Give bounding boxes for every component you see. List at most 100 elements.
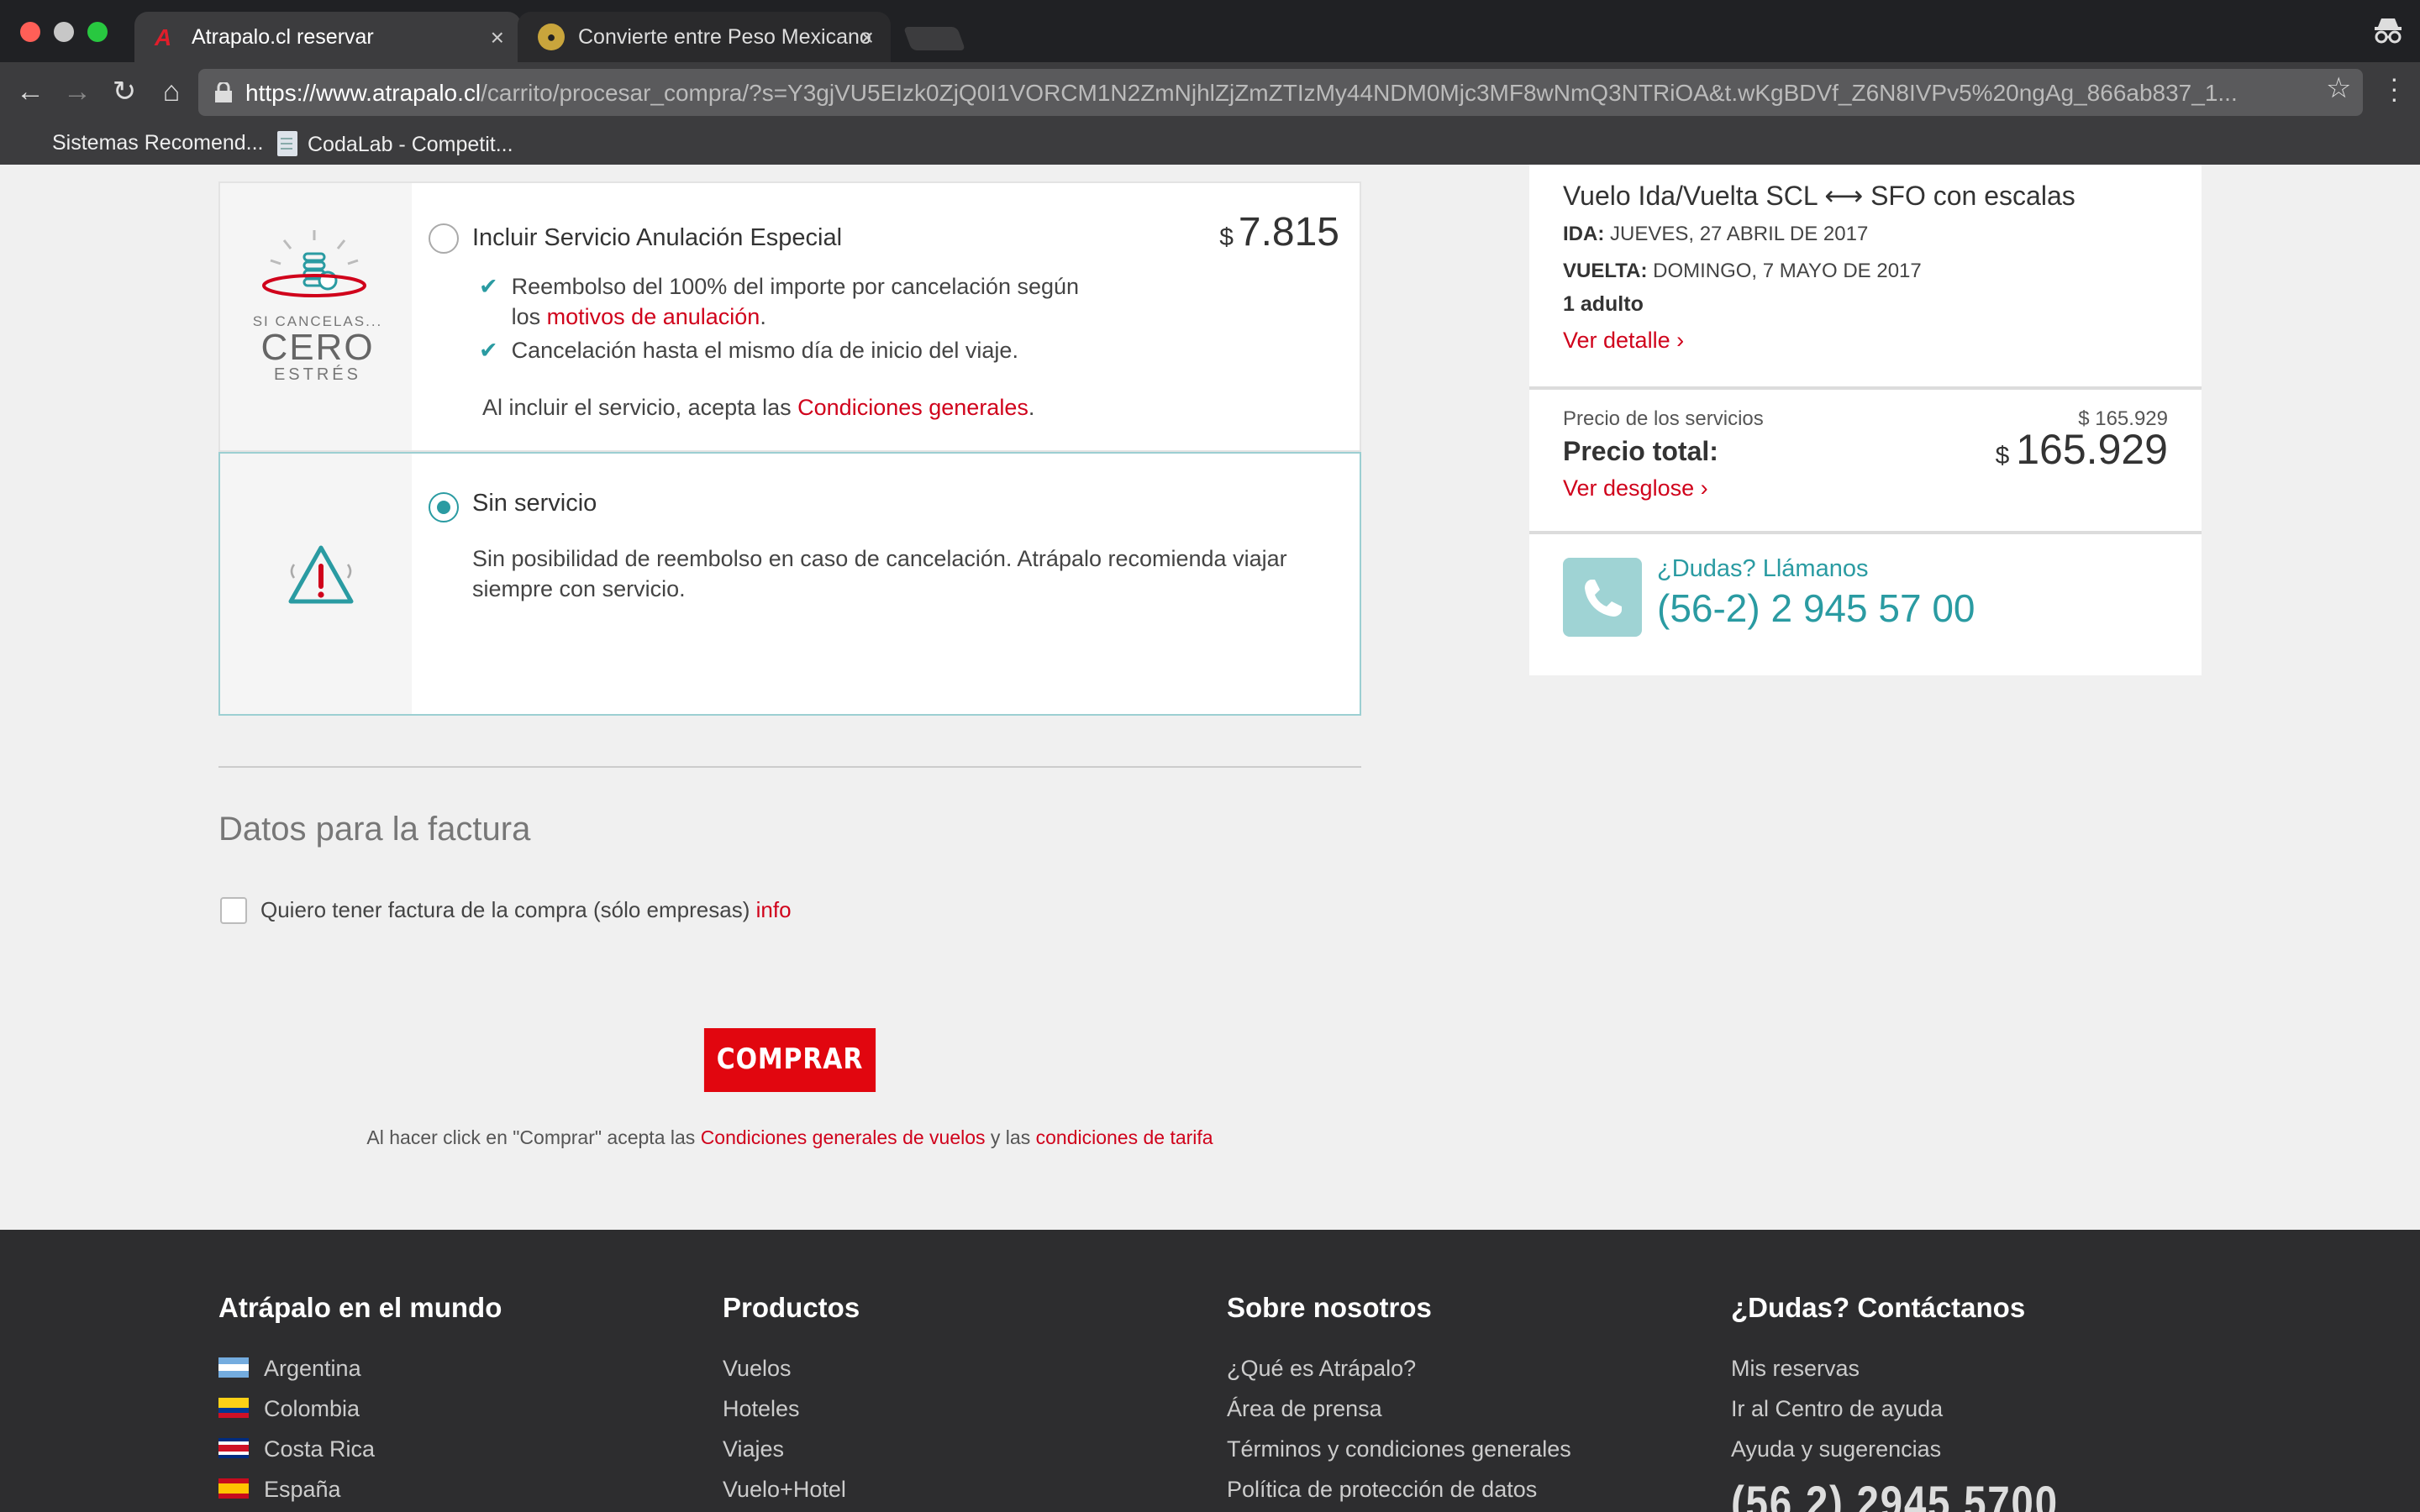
total-price-amount: $165.929 [1996, 427, 2168, 475]
footer-link-label: Argentina [264, 1355, 361, 1380]
view-detail-link[interactable]: Ver detalle › [1563, 328, 1684, 353]
benefit-same-day-text: Cancelación hasta el mismo día de inicio… [511, 338, 1018, 363]
footer-link[interactable]: ¿Qué es Atrápalo? [1227, 1347, 1571, 1388]
tab-currency-converter[interactable]: ● Convierte entre Peso Mexicano × [518, 12, 891, 62]
bookmark-codalab[interactable]: CodaLab - Competit... [277, 131, 513, 156]
footer-link[interactable]: Hoteles [723, 1388, 860, 1428]
footer-link[interactable]: Vuelo+Hotel [723, 1468, 860, 1509]
footer-link-costa-rica[interactable]: Costa Rica [218, 1428, 502, 1468]
accept-text: Al incluir el servicio, acepta las [482, 395, 798, 420]
no-service-line2: siempre con servicio. [472, 576, 686, 601]
currency-symbol: $ [1219, 223, 1234, 252]
total-price-label: Precio total: [1563, 438, 1718, 467]
cero-estres-logo: SI CANCELAS... CERO ESTRÉS [250, 227, 385, 412]
browser-menu-icon[interactable]: · · · [2390, 66, 2400, 113]
invoice-checkbox[interactable] [220, 897, 247, 924]
flight-conditions-link[interactable]: Condiciones generales de vuelos [701, 1129, 986, 1149]
checkout-page: SI CANCELAS... CERO ESTRÉS Incluir Servi… [0, 165, 2420, 1230]
option-title: Sin servicio [472, 491, 597, 517]
tab-title: Convierte entre Peso Mexicano [578, 25, 871, 49]
option-price: $7.815 [1219, 210, 1339, 257]
atrapalo-favicon-icon: A [155, 24, 172, 50]
buy-button[interactable]: COMPRAR [703, 1028, 876, 1092]
purchase-terms: Al hacer click en "Comprar" acepta las C… [218, 1129, 1361, 1149]
footer-link[interactable]: Área de prensa [1227, 1388, 1571, 1428]
footer-phone-number[interactable]: (56 2) 2945 5700 [1731, 1477, 2059, 1512]
spain-flag-icon [218, 1478, 249, 1499]
footer-heading: Atrápalo en el mundo [218, 1294, 502, 1324]
punct: . [1028, 395, 1035, 420]
lock-icon [215, 82, 232, 102]
footer-link-label: Colombia [264, 1395, 360, 1420]
fare-conditions-link[interactable]: condiciones de tarifa [1036, 1129, 1213, 1149]
ida-value: JUEVES, 27 ABRIL DE 2017 [1604, 222, 1869, 245]
footer-link-label: Costa Rica [264, 1436, 376, 1461]
browser-toolbar: ← → ↻ ⌂ https://www.atrapalo.cl/carrito/… [0, 62, 2420, 124]
costa-rica-flag-icon [218, 1438, 249, 1458]
option-cancellation-service[interactable]: SI CANCELAS... CERO ESTRÉS Incluir Servi… [218, 181, 1361, 452]
footer-link-colombia[interactable]: Colombia [218, 1388, 502, 1428]
help-phone-number[interactable]: (56-2) 2 945 57 00 [1657, 586, 1975, 632]
return-date: VUELTA: DOMINGO, 7 MAYO DE 2017 [1563, 259, 1922, 282]
footer-link-espana[interactable]: España [218, 1468, 502, 1509]
no-service-radio[interactable] [429, 492, 459, 522]
section-divider [218, 766, 1361, 768]
browser-tab-strip: A Atrapalo.cl reservar × ● Convierte ent… [0, 0, 2420, 62]
footer-link[interactable]: Viajes [723, 1428, 860, 1468]
help-heading: ¿Dudas? Llámanos [1657, 556, 1869, 583]
footer-link[interactable]: Ir al Centro de ayuda [1731, 1388, 2025, 1428]
tab-title: Atrapalo.cl reservar [192, 25, 374, 49]
home-icon[interactable]: ⌂ [155, 76, 188, 109]
invoice-info-link[interactable]: info [756, 897, 792, 922]
footer-link[interactable]: Mis reservas [1731, 1347, 2025, 1388]
forward-arrow-icon[interactable]: → [60, 76, 94, 109]
cancellation-reasons-link[interactable]: motivos de anulación [547, 304, 760, 329]
checkmark-icon: ✔ [479, 274, 498, 299]
maximize-window-button[interactable] [87, 22, 108, 42]
outbound-date: IDA: JUEVES, 27 ABRIL DE 2017 [1563, 222, 1868, 245]
option-no-service[interactable]: Sin servicio Sin posibilidad de reembols… [218, 452, 1361, 716]
tab-close-icon[interactable]: × [491, 24, 504, 50]
invoice-checkbox-label: Quiero tener factura de la compra (sólo … [260, 897, 792, 922]
back-arrow-icon[interactable]: ← [13, 76, 47, 109]
bookmarks-bar: Sistemas Recomend... CodaLab - Competit.… [0, 124, 2420, 165]
cancellation-service-radio[interactable] [429, 223, 459, 254]
footer-link-argentina[interactable]: Argentina [218, 1347, 502, 1388]
currency-symbol: $ [1995, 442, 2010, 470]
footer-link[interactable]: Política de protección de datos [1227, 1468, 1571, 1509]
minimize-window-button[interactable] [54, 22, 74, 42]
bookmark-label: Sistemas Recomend... [52, 131, 264, 155]
coins-refund-icon [262, 230, 366, 297]
tab-atrapalo[interactable]: A Atrapalo.cl reservar × [134, 12, 521, 62]
bookmark-label: CodaLab - Competit... [308, 132, 513, 155]
terms-text: y las [985, 1129, 1036, 1149]
punct: . [760, 304, 766, 329]
address-bar[interactable]: https://www.atrapalo.cl/carrito/procesar… [198, 69, 2363, 116]
bookmark-star-icon[interactable]: ☆ [2326, 72, 2352, 106]
warning-icon [288, 545, 354, 604]
bookmark-sistemas[interactable]: Sistemas Recomend... [52, 131, 264, 155]
flight-summary-card: Vuelo Ida/Vuelta SCL ⟷ SFO con escalas I… [1529, 165, 2202, 386]
tab-close-icon[interactable]: × [860, 24, 874, 50]
new-tab-button[interactable] [902, 27, 966, 50]
reload-icon[interactable]: ↻ [108, 76, 141, 109]
footer-world: Atrápalo en el mundo Argentina Colombia … [218, 1294, 502, 1509]
site-footer: Atrápalo en el mundo Argentina Colombia … [0, 1230, 2420, 1512]
vuelta-label: VUELTA: [1563, 259, 1648, 282]
benefit-refund: ✔ Reembolso del 100% del importe por can… [479, 272, 1079, 333]
footer-link[interactable]: Ayuda y sugerencias [1731, 1428, 2025, 1468]
footer-link[interactable]: Términos y condiciones generales [1227, 1428, 1571, 1468]
benefit-refund-line2: los [511, 304, 547, 329]
footer-heading: ¿Dudas? Contáctanos [1731, 1294, 2026, 1324]
close-window-button[interactable] [20, 22, 40, 42]
footer-about: Sobre nosotros ¿Qué es Atrápalo? Área de… [1227, 1294, 1571, 1509]
checkmark-icon: ✔ [479, 338, 498, 363]
general-conditions-link[interactable]: Condiciones generales [797, 395, 1028, 420]
view-breakdown-link[interactable]: Ver desglose › [1563, 475, 1708, 501]
invoice-section-title: Datos para la factura [218, 811, 531, 848]
url-path: /carrito/procesar_compra/?s=Y3gjVU5EIzk0… [481, 79, 2238, 106]
accept-conditions-text: Al incluir el servicio, acepta las Condi… [482, 393, 1034, 423]
footer-link[interactable]: Vuelos [723, 1347, 860, 1388]
option-image-panel: SI CANCELAS... CERO ESTRÉS [220, 183, 412, 450]
benefit-refund-line1: Reembolso del 100% del importe por cance… [511, 274, 1080, 299]
